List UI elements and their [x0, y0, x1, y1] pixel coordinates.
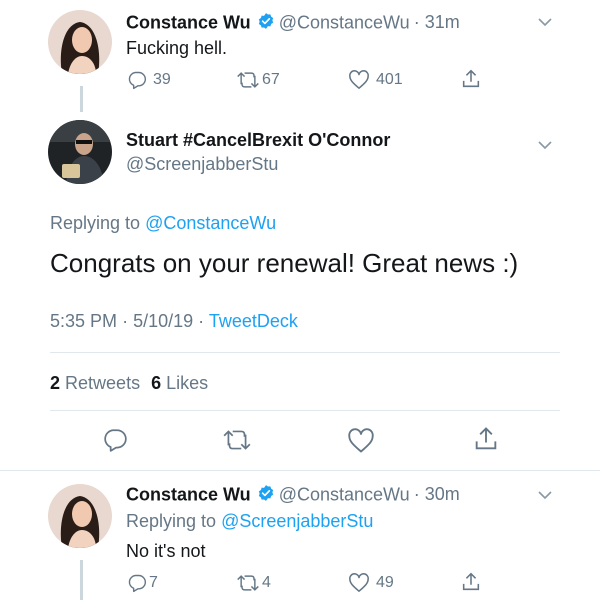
divider	[50, 410, 560, 411]
meta-separator: ·	[122, 311, 129, 331]
retweet-button[interactable]	[222, 428, 252, 452]
reply-count: 39	[153, 71, 171, 88]
avatar-stuart[interactable]	[48, 120, 112, 184]
likes-label: Likes	[166, 373, 209, 393]
tweet-meta: 5:35 PM · 5/10/19 · TweetDeck	[50, 311, 298, 332]
replying-to-handle[interactable]: @ScreenjabberStu	[221, 511, 373, 531]
like-icon	[349, 70, 369, 89]
replying-to-line: Replying to @ScreenjabberStu	[126, 511, 373, 532]
retweet-icon	[237, 575, 259, 591]
author-handle[interactable]: @ConstanceWu	[279, 484, 410, 504]
tweet-time[interactable]: · 31m	[414, 12, 460, 32]
engagement-stats: 2 Retweets 6 Likes	[50, 373, 208, 394]
chevron-down-icon[interactable]	[537, 15, 553, 33]
likes-count: 6	[151, 373, 162, 393]
retweets-label: Retweets	[65, 373, 141, 393]
retweets-count: 2	[50, 373, 61, 393]
like-button[interactable]	[347, 428, 375, 454]
tweet-time[interactable]: · 30m	[414, 484, 460, 504]
chevron-down-icon[interactable]	[537, 138, 553, 156]
meta-separator: ·	[198, 311, 205, 331]
thread-line-bottom	[80, 560, 83, 600]
like-count: 401	[376, 71, 403, 88]
share-icon	[475, 427, 497, 450]
share-button[interactable]	[472, 425, 500, 453]
tweet-text: Fucking hell.	[126, 38, 228, 58]
reply-icon	[104, 429, 127, 452]
main-tweet-text: Congrats on your renewal! Great news :)	[50, 248, 519, 278]
reply-button[interactable]	[102, 427, 128, 453]
retweet-count: 67	[262, 71, 280, 88]
share-icon	[462, 572, 480, 591]
tweet-date[interactable]: 5/10/19	[133, 311, 193, 331]
author-name[interactable]: Constance Wu	[126, 484, 251, 504]
avatar-constance-wu[interactable]	[48, 484, 112, 548]
like-button[interactable]: 49	[348, 573, 394, 593]
tweet1-header: Constance Wu @ConstanceWu · 31m	[126, 12, 460, 35]
author-name[interactable]: Stuart #CancelBrexit O'Connor	[126, 130, 390, 151]
like-icon	[348, 428, 374, 453]
like-icon	[349, 573, 369, 592]
reply-icon	[128, 71, 147, 90]
verified-badge-icon	[257, 12, 275, 35]
share-button[interactable]	[460, 68, 482, 90]
divider	[50, 352, 560, 353]
retweet-button[interactable]: 4	[236, 573, 271, 593]
author-name[interactable]: Constance Wu	[126, 12, 251, 32]
likes-stat[interactable]: 6 Likes	[151, 373, 208, 393]
thread-line-top	[80, 86, 83, 112]
like-count: 49	[376, 574, 394, 591]
reply-count: 7	[149, 574, 158, 591]
replying-to-line: Replying to @ConstanceWu	[50, 213, 276, 234]
verified-badge-icon	[257, 484, 275, 507]
divider	[0, 470, 600, 471]
avatar-constance-wu[interactable]	[48, 10, 112, 74]
replying-to-handle[interactable]: @ConstanceWu	[145, 213, 276, 233]
replying-to-label: Replying to	[126, 511, 217, 531]
main-tweet-author: Stuart #CancelBrexit O'Connor @Screenjab…	[126, 130, 390, 175]
chevron-down-icon[interactable]	[537, 488, 553, 506]
retweet-icon	[223, 430, 251, 450]
tweet-time[interactable]: 5:35 PM	[50, 311, 117, 331]
tweet-source[interactable]: TweetDeck	[209, 311, 298, 331]
retweet-button[interactable]: 67	[236, 70, 280, 90]
author-handle[interactable]: @ScreenjabberStu	[126, 154, 390, 175]
retweet-count: 4	[262, 574, 271, 591]
retweets-stat[interactable]: 2 Retweets	[50, 373, 140, 393]
replying-to-label: Replying to	[50, 213, 141, 233]
tweet-text: No it's not	[126, 541, 206, 561]
reply-button[interactable]: 7	[127, 573, 158, 593]
like-button[interactable]: 401	[348, 70, 403, 90]
retweet-icon	[237, 72, 259, 88]
author-handle[interactable]: @ConstanceWu	[279, 12, 410, 32]
reply-button[interactable]: 39	[127, 70, 171, 90]
tweet3-header: Constance Wu @ConstanceWu · 30m	[126, 484, 460, 507]
share-icon	[462, 69, 480, 88]
reply-icon	[128, 574, 147, 593]
share-button[interactable]	[460, 571, 482, 593]
